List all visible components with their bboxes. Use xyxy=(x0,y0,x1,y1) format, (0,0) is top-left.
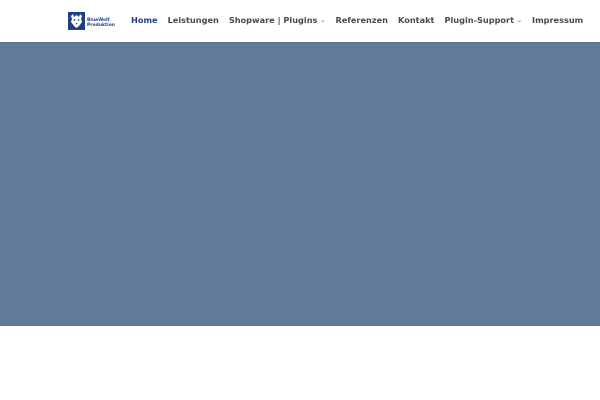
nav-item-kontakt[interactable]: Kontakt xyxy=(398,15,434,25)
nav-item-label: Kontakt xyxy=(398,15,435,25)
nav-item-label: Impressum xyxy=(532,15,584,25)
hero-banner xyxy=(0,42,600,326)
brand-name: BlueWolf Produktion xyxy=(87,18,115,28)
brand-logo[interactable]: BlueWolf Produktion xyxy=(68,12,115,30)
brand-name-line2: Produktion xyxy=(87,23,116,28)
nav-item-shopware-plugins[interactable]: Shopware | Plugins ⌄ xyxy=(229,15,326,25)
nav-item-referenzen[interactable]: Referenzen xyxy=(335,15,388,25)
nav-item-label: Home xyxy=(131,15,158,25)
nav-item-label: Plugin-Support xyxy=(444,15,515,25)
chevron-down-icon: ⌄ xyxy=(320,16,326,24)
page-content-area xyxy=(0,326,600,400)
main-navigation: Home Leistungen Shopware | Plugins ⌄ Ref… xyxy=(131,15,583,25)
nav-item-label: Shopware | Plugins xyxy=(228,15,318,25)
nav-item-plugin-support[interactable]: Plugin-Support ⌄ xyxy=(444,15,522,25)
chevron-down-icon: ⌄ xyxy=(517,16,523,24)
nav-item-home[interactable]: Home xyxy=(131,15,158,25)
nav-item-leistungen[interactable]: Leistungen xyxy=(168,15,219,25)
nav-item-label: Referenzen xyxy=(335,15,388,25)
wolf-logo-icon xyxy=(68,12,85,30)
site-header: BlueWolf Produktion Home Leistungen Shop… xyxy=(0,0,600,42)
nav-item-impressum[interactable]: Impressum xyxy=(532,15,583,25)
nav-item-label: Leistungen xyxy=(167,15,219,25)
